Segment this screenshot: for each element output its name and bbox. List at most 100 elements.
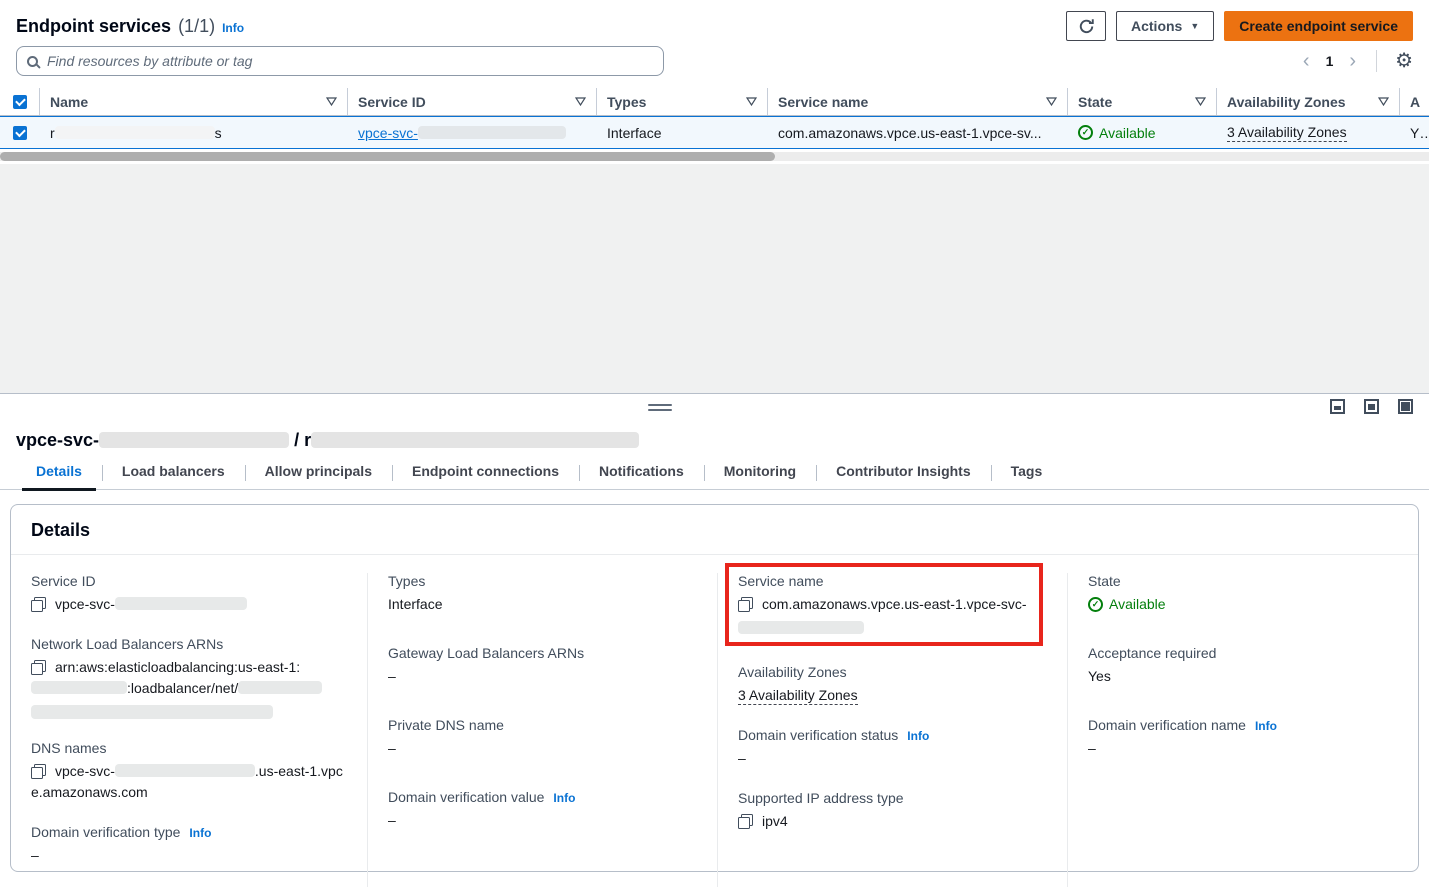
column-label: Service ID [358, 94, 426, 110]
select-all-checkbox[interactable] [13, 95, 27, 109]
tab-contributor-insights[interactable]: Contributor Insights [816, 463, 991, 489]
redacted-title-name [311, 432, 639, 448]
field-label: Acceptance required [1088, 645, 1402, 661]
chevron-right-icon[interactable]: › [1347, 51, 1358, 71]
table-row[interactable]: rs vpce-svc- Interface com.amazonaws.vpc… [0, 116, 1429, 149]
column-label: Types [607, 94, 646, 110]
field-label: State [1088, 573, 1402, 589]
nlb-arn-part1: arn:aws:elasticloadbalancing:us-east-1: [55, 659, 300, 675]
tab-monitoring[interactable]: Monitoring [704, 463, 816, 489]
actions-dropdown-button[interactable]: Actions ▼ [1116, 11, 1214, 41]
field-label: Private DNS name [388, 717, 701, 733]
select-all-checkbox-cell [0, 88, 40, 115]
copy-icon[interactable] [31, 764, 46, 779]
row-availability-zones-cell: 3 Availability Zones [1217, 124, 1400, 142]
tab-label: Contributor Insights [836, 463, 971, 479]
panel-title-name-prefix: r [304, 430, 311, 450]
panel-tabs: Details Load balancers Allow principals … [0, 463, 1429, 490]
header-actions: Actions ▼ Create endpoint service [1066, 11, 1413, 41]
current-page-number: 1 [1326, 53, 1334, 69]
horizontal-scrollbar-thumb[interactable] [0, 152, 775, 161]
create-endpoint-service-button[interactable]: Create endpoint service [1224, 11, 1413, 41]
panel-size-large-icon[interactable] [1398, 399, 1413, 414]
column-header-types[interactable]: Types [597, 88, 768, 115]
column-header-availability-zones[interactable]: Availability Zones [1217, 88, 1400, 115]
panel-size-medium-icon[interactable] [1364, 399, 1379, 414]
horizontal-scrollbar [0, 152, 1429, 161]
info-link[interactable]: Info [189, 826, 211, 840]
toolbar-divider [1376, 50, 1377, 72]
tab-tags[interactable]: Tags [991, 463, 1063, 489]
column-label: Service name [778, 94, 868, 110]
column-label: Name [50, 94, 88, 110]
tab-notifications[interactable]: Notifications [579, 463, 704, 489]
state-text: Available [1109, 594, 1166, 615]
page-title: Endpoint services [16, 16, 171, 37]
filter-icon[interactable] [1378, 97, 1389, 106]
field-value: com.amazonaws.vpce.us-east-1.vpce-svc- [738, 594, 1051, 634]
field-value: – [1088, 738, 1402, 759]
search-box[interactable] [16, 46, 664, 76]
field-label: Domain verification value Info [388, 789, 701, 805]
filter-icon[interactable] [746, 97, 757, 106]
redacted-lb-name [238, 681, 322, 694]
info-link[interactable]: Info [907, 729, 929, 743]
tab-details[interactable]: Details [16, 463, 102, 489]
field-label: Supported IP address type [738, 790, 1051, 806]
row-checkbox[interactable] [13, 126, 27, 140]
availability-zones-popover-trigger[interactable]: 3 Availability Zones [738, 687, 858, 705]
field-dns-names: DNS names vpce-svc-.us-east-1.vpce.amazo… [31, 740, 351, 803]
filter-icon[interactable] [1195, 97, 1206, 106]
chevron-down-icon: ▼ [1190, 21, 1199, 31]
field-value: arn:aws:elasticloadbalancing:us-east-1::… [31, 657, 351, 719]
copy-icon[interactable] [738, 814, 753, 829]
split-panel: vpce-svc- / r Details Load balancers All… [0, 393, 1429, 886]
search-input[interactable] [47, 53, 653, 69]
copy-icon[interactable] [31, 660, 46, 675]
tab-label: Allow principals [265, 463, 372, 479]
filter-icon[interactable] [1046, 97, 1057, 106]
column-header-acceptance-clipped[interactable]: A [1400, 88, 1429, 115]
row-service-id-cell: vpce-svc- [348, 125, 597, 141]
panel-title-separator: / [294, 430, 299, 450]
field-label: Types [388, 573, 701, 589]
label-text: Domain verification type [31, 824, 180, 840]
tab-allow-principals[interactable]: Allow principals [245, 463, 392, 489]
column-header-name[interactable]: Name [40, 88, 348, 115]
redacted-title-id [99, 432, 289, 448]
field-label: Network Load Balancers ARNs [31, 636, 351, 652]
details-column-4: State Available Acceptance required Yes … [1067, 573, 1418, 887]
page-header: Endpoint services (1/1) Info Actions ▼ C… [0, 0, 1429, 42]
header-info-link[interactable]: Info [222, 21, 244, 35]
row-service-name-cell: com.amazonaws.vpce.us-east-1.vpce-sv... [768, 125, 1068, 141]
field-domain-verification-status: Domain verification status Info – [738, 727, 1051, 769]
redacted-arn-line [31, 705, 273, 719]
gear-icon[interactable]: ⚙ [1395, 51, 1413, 71]
refresh-button[interactable] [1066, 11, 1106, 41]
service-id-link[interactable]: vpce-svc- [358, 125, 566, 141]
row-name-cell: rs [40, 125, 348, 141]
availability-zones-popover-trigger[interactable]: 3 Availability Zones [1227, 124, 1347, 142]
tab-load-balancers[interactable]: Load balancers [102, 463, 245, 489]
copy-icon[interactable] [738, 597, 753, 612]
field-value: – [31, 845, 351, 866]
filter-icon[interactable] [575, 97, 586, 106]
info-link[interactable]: Info [1255, 719, 1277, 733]
check-circle-icon [1088, 597, 1103, 612]
panel-title-prefix: vpce-svc- [16, 430, 99, 450]
column-header-state[interactable]: State [1068, 88, 1217, 115]
column-header-service-id[interactable]: Service ID [348, 88, 597, 115]
filter-icon[interactable] [326, 97, 337, 106]
chevron-left-icon[interactable]: ‹ [1301, 51, 1312, 71]
info-link[interactable]: Info [553, 791, 575, 805]
column-header-service-name[interactable]: Service name [768, 88, 1068, 115]
toolbar-row: ‹ 1 › ⚙ [0, 44, 1429, 78]
field-value: – [738, 748, 1051, 769]
tab-endpoint-connections[interactable]: Endpoint connections [392, 463, 579, 489]
panel-size-small-icon[interactable] [1330, 399, 1345, 414]
redacted-service-name-suffix [738, 621, 864, 634]
details-heading: Details [31, 520, 1398, 541]
field-domain-verification-name: Domain verification name Info – [1088, 717, 1402, 759]
resize-handle[interactable] [648, 404, 672, 414]
copy-icon[interactable] [31, 597, 46, 612]
